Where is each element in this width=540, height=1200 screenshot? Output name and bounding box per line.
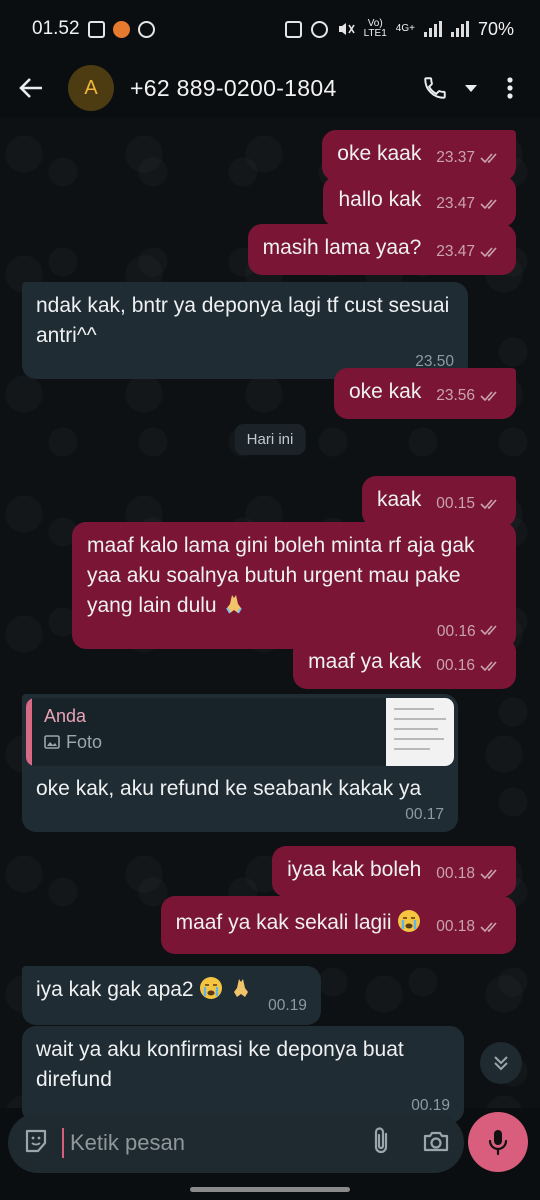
double-check-icon [480, 499, 497, 510]
outgoing-message[interactable]: masih lama yaa? 23.47 [247, 224, 516, 275]
outgoing-message[interactable]: kaak 00.15 [362, 476, 516, 527]
sticker-icon [25, 1129, 47, 1152]
double-check-icon [480, 391, 497, 402]
outgoing-message[interactable]: maaf kalo lama gini boleh minta rf aja g… [72, 522, 516, 649]
folded-hands-emoji-icon [234, 979, 249, 997]
alarm-icon [310, 20, 328, 38]
paperclip-icon [374, 1126, 388, 1153]
attach-button[interactable] [370, 1126, 392, 1161]
status-time: 01.52 [32, 18, 80, 39]
message-time: 00.18 [436, 865, 475, 882]
message-text: oke kak, aku refund ke seabank kakak ya [36, 777, 422, 800]
chat-area[interactable]: oke kaak 23.37 hallo kak 23.47 masih lam… [0, 118, 540, 1123]
message-text: maaf kalo lama gini boleh minta rf aja g… [87, 534, 475, 617]
message-time: 00.18 [436, 918, 475, 935]
incoming-message[interactable]: wait ya aku konfirmasi ke deponya buat d… [22, 1026, 464, 1123]
double-check-icon [480, 922, 497, 933]
network-type: 4G+ [395, 23, 415, 34]
message-text: maaf ya kak sekali lagii [175, 911, 392, 934]
message-text: maaf ya kak [308, 650, 422, 673]
message-text: wait ya aku konfirmasi ke deponya buat d… [36, 1038, 404, 1091]
message-time: 00.17 [405, 806, 444, 823]
crying-face-emoji-icon [398, 910, 421, 932]
outgoing-message[interactable]: maaf ya kak 00.16 [293, 638, 516, 689]
message-time: 00.19 [411, 1097, 450, 1114]
avatar[interactable]: A [68, 65, 114, 111]
app-notification-icon [112, 20, 130, 38]
outgoing-message[interactable]: oke kaak 23.37 [322, 130, 516, 181]
signal-icon [423, 21, 442, 37]
message-time: 23.56 [436, 387, 475, 404]
dnd-icon [137, 20, 155, 38]
message-text: oke kaak [337, 142, 422, 165]
message-time: 23.37 [436, 149, 475, 166]
message-time: 00.16 [436, 657, 475, 674]
message-composer [8, 1113, 464, 1173]
more-vertical-icon [507, 77, 513, 99]
voice-message-button[interactable] [468, 1112, 528, 1172]
date-divider: Hari ini [234, 424, 306, 455]
photo-icon [44, 735, 60, 749]
message-text: hallo kak [338, 188, 422, 211]
gesture-navigation-bar[interactable] [190, 1187, 350, 1192]
incoming-message[interactable]: ndak kak, bntr ya deponya lagi tf cust s… [22, 282, 468, 379]
lte-label: LTE1 [363, 28, 387, 39]
message-time: 23.47 [436, 195, 475, 212]
double-check-icon [480, 199, 497, 210]
quoted-type: Foto [66, 732, 103, 752]
message-text: ndak kak, bntr ya deponya lagi tf cust s… [36, 294, 450, 347]
sim-icon [284, 20, 302, 38]
message-time: 00.19 [268, 997, 307, 1014]
message-text: kaak [377, 488, 422, 511]
phone-icon [424, 77, 446, 99]
outgoing-message[interactable]: hallo kak 23.47 [323, 176, 516, 227]
double-check-icon [480, 661, 497, 672]
signal-2-icon [450, 21, 469, 37]
back-button[interactable] [0, 58, 62, 118]
double-check-icon [480, 625, 497, 636]
gallery-icon [87, 20, 105, 38]
arrow-left-icon [19, 78, 42, 98]
message-time: 23.47 [436, 243, 475, 260]
quoted-author: Anda [44, 706, 87, 726]
double-check-icon [480, 247, 497, 258]
battery-level: 70% [477, 18, 514, 39]
folded-hands-emoji-icon [226, 595, 243, 614]
status-bar: 01.52 Vo) LTE1 4G+ 70% [0, 0, 540, 58]
double-check-icon [480, 153, 497, 164]
emoji-sticker-button[interactable] [22, 1127, 50, 1160]
quoted-thumbnail [386, 698, 454, 766]
incoming-message[interactable]: iya kak gak apa2 00.19 [22, 966, 321, 1025]
message-text: iyaa kak boleh [287, 858, 422, 881]
crying-face-emoji-icon [200, 977, 223, 999]
double-chevron-down-icon [494, 1056, 508, 1071]
outgoing-message[interactable]: oke kak 23.56 [333, 368, 516, 419]
scroll-to-bottom-button[interactable] [480, 1042, 522, 1084]
call-options-button[interactable] [456, 68, 486, 108]
outgoing-message[interactable]: maaf ya kak sekali lagii 00.18 [160, 896, 516, 954]
caret-down-icon [465, 85, 477, 92]
incoming-message-with-reply[interactable]: Anda Foto oke kak, aku refund ke seabank… [22, 694, 458, 832]
voice-call-button[interactable] [418, 68, 452, 108]
message-text: oke kak [348, 380, 422, 403]
outgoing-message[interactable]: iyaa kak boleh 00.18 [272, 846, 516, 897]
camera-button[interactable] [422, 1129, 450, 1158]
message-input[interactable] [62, 1128, 370, 1158]
message-text: iya kak gak apa2 [36, 978, 194, 1001]
camera-icon [423, 1131, 449, 1151]
mute-icon [338, 23, 355, 35]
chat-header: A +62 889-0200-1804 [0, 58, 540, 118]
contact-name[interactable]: +62 889-0200-1804 [130, 75, 337, 102]
double-check-icon [480, 869, 497, 880]
message-text: masih lama yaa? [262, 236, 422, 259]
message-time: 00.15 [436, 495, 475, 512]
microphone-icon [488, 1130, 508, 1156]
menu-button[interactable] [490, 68, 530, 108]
quoted-message[interactable]: Anda Foto [26, 698, 454, 766]
volte-indicator: Vo) LTE1 [364, 19, 387, 39]
